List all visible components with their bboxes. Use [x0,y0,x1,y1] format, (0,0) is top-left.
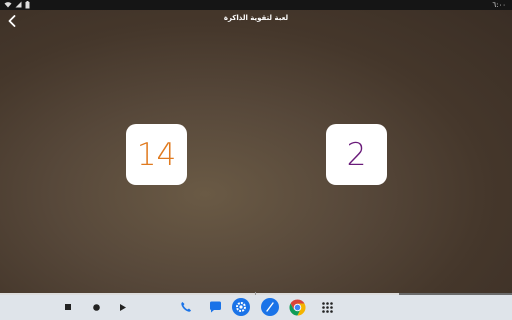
page-title: لعبة لتقوية الذاكرة [223,14,289,22]
battery-icon [25,1,30,9]
navigation-bar [0,295,512,320]
stop-icon [65,304,71,310]
settings-app[interactable] [232,298,250,316]
number-card-right[interactable]: 2 [326,124,387,185]
memory-game-screen: لعبة لتقوية الذاكرة 14 2 [0,10,512,293]
phone-icon [181,302,191,312]
phone-app[interactable] [177,298,195,316]
messages-icon [209,301,221,313]
settings-icon [236,302,246,312]
chrome-icon [288,298,306,316]
pen-icon [266,302,274,312]
home-button[interactable] [89,300,103,314]
app-grid-icon [321,301,333,313]
status-icons [4,1,30,9]
play-button[interactable] [116,300,130,314]
app-drawer-button[interactable] [318,298,336,316]
play-icon [120,303,126,311]
pen-app[interactable] [261,298,279,316]
status-time: ٦:٠٠ [492,1,506,9]
wifi-icon [4,2,12,8]
stop-button[interactable] [61,300,75,314]
chrome-app[interactable] [288,298,306,316]
signal-icon [15,1,22,8]
messages-app[interactable] [206,298,224,316]
home-icon [92,303,100,311]
number-card-left[interactable]: 14 [126,124,187,185]
status-bar: ٦:٠٠ [0,0,512,10]
